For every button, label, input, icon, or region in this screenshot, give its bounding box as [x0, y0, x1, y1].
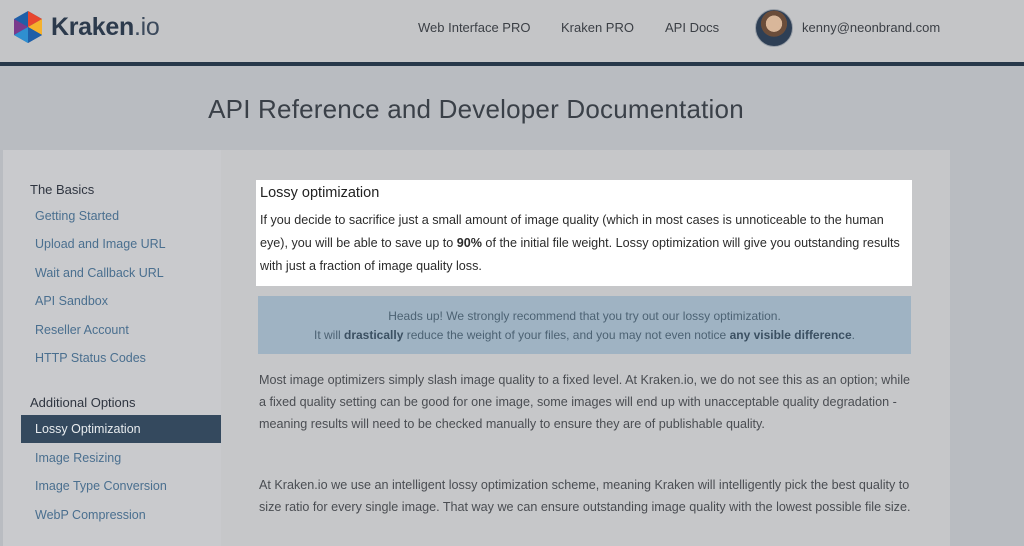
top-header: Kraken.io Web Interface PRO Kraken PRO A… — [0, 0, 1024, 66]
body-paragraph: At Kraken.io we use an intelligent lossy… — [259, 478, 911, 514]
lossy-intro-box: Lossy optimization If you decide to sacr… — [256, 180, 912, 286]
sidebar-item-image-type-conversion[interactable]: Image Type Conversion — [35, 479, 167, 493]
sidebar-item-upload-image-url[interactable]: Upload and Image URL — [35, 237, 166, 251]
sidebar-heading-additional-options: Additional Options — [30, 395, 136, 410]
sidebar-item-http-status-codes[interactable]: HTTP Status Codes — [35, 351, 146, 365]
sidebar-item-reseller-account[interactable]: Reseller Account — [35, 323, 129, 337]
sidebar-item-image-resizing[interactable]: Image Resizing — [35, 451, 121, 465]
nav-web-interface-pro[interactable]: Web Interface PRO — [418, 20, 530, 35]
nav-kraken-pro[interactable]: Kraken PRO — [561, 20, 634, 35]
alert-line-2: It will drastically reduce the weight of… — [314, 328, 855, 342]
intro-paragraph: If you decide to sacrifice just a small … — [260, 213, 900, 273]
section-title: Lossy optimization — [260, 185, 380, 201]
page-title: API Reference and Developer Documentatio… — [208, 94, 744, 124]
nav-api-docs[interactable]: API Docs — [665, 20, 719, 35]
sidebar-item-lossy-optimization[interactable]: Lossy Optimization — [21, 415, 221, 443]
user-account-link[interactable]: kenny@neonbrand.com — [802, 20, 940, 35]
avatar[interactable] — [755, 9, 793, 47]
sidebar-item-api-sandbox[interactable]: API Sandbox — [35, 294, 108, 308]
alert-line-1: Heads up! We strongly recommend that you… — [388, 309, 781, 323]
sidebar-item-getting-started[interactable]: Getting Started — [35, 209, 119, 223]
sidebar-item-wait-callback-url[interactable]: Wait and Callback URL — [35, 266, 164, 280]
body-paragraph: Most image optimizers simply slash image… — [259, 373, 910, 431]
sidebar-item-webp-compression[interactable]: WebP Compression — [35, 508, 146, 522]
sidebar: The Basics Getting Started Upload and Im… — [3, 150, 221, 546]
sidebar-heading-basics: The Basics — [30, 182, 95, 197]
recommendation-alert: Heads up! We strongly recommend that you… — [258, 296, 911, 354]
